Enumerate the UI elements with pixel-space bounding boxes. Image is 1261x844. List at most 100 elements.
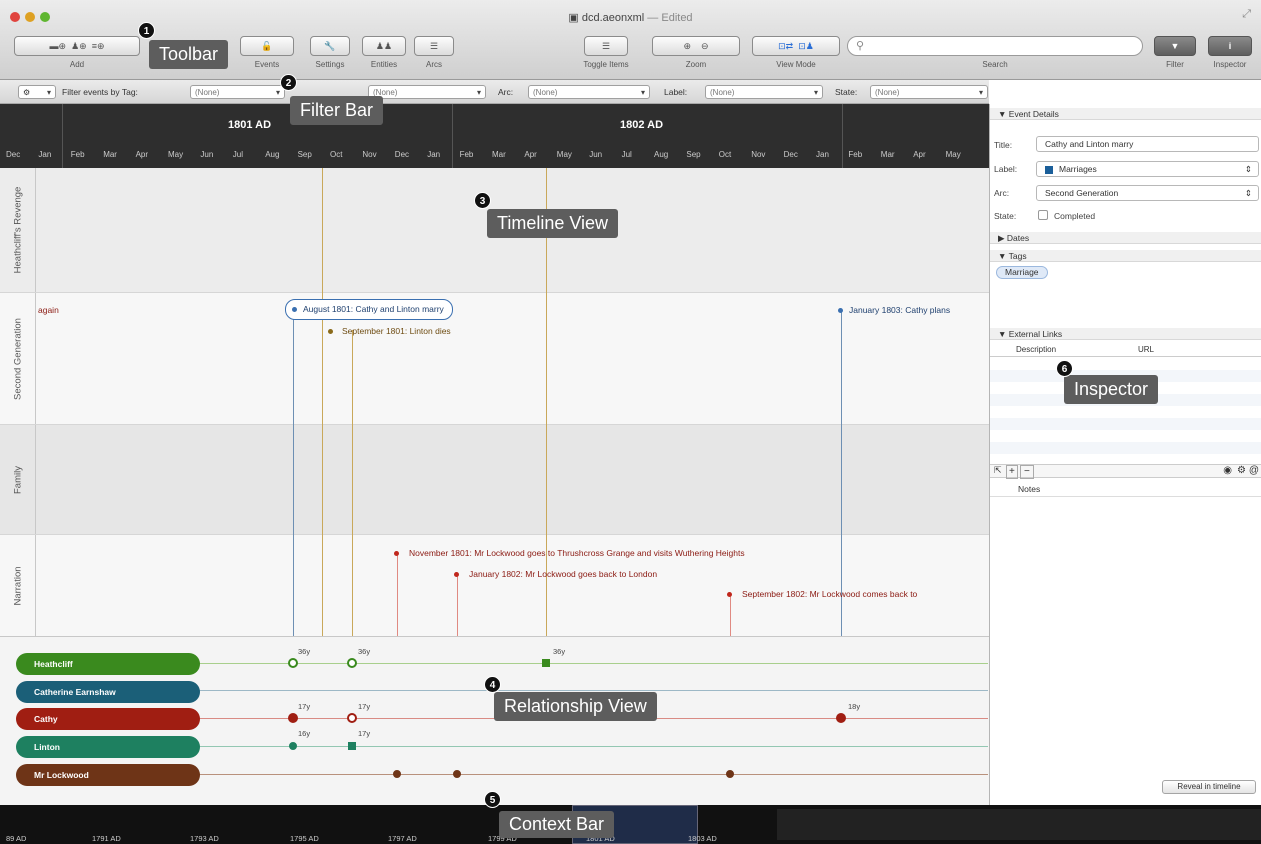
add-event-icon: ▬⊕ xyxy=(49,40,72,51)
col-description: Description xyxy=(1016,345,1057,354)
arc-filter-select[interactable]: (None) xyxy=(528,85,650,99)
entity-node[interactable] xyxy=(453,770,461,778)
event-item[interactable]: again xyxy=(38,305,59,316)
entity-pill-heathcliff[interactable]: Heathcliff xyxy=(16,653,200,675)
entity-node[interactable] xyxy=(288,658,298,668)
entity-pill-catherine-earnshaw[interactable]: Catherine Earnshaw xyxy=(16,681,200,703)
at-icon[interactable]: @ xyxy=(1249,465,1259,476)
entity-node[interactable] xyxy=(348,742,356,750)
entity-filter-select[interactable]: (None) xyxy=(368,85,486,99)
stepper-icon: ⇕ xyxy=(1244,188,1252,198)
month-label: Jul xyxy=(232,150,244,159)
tags-header[interactable]: ▼ Tags xyxy=(990,250,1261,262)
filter-by-tag-label: Filter events by Tag: xyxy=(62,87,138,97)
month-label: Mar xyxy=(103,150,117,159)
remove-link-button[interactable]: − xyxy=(1020,465,1034,479)
entities-button[interactable]: ♟♟ xyxy=(362,36,406,56)
external-links-header[interactable]: ▼ External Links xyxy=(990,328,1261,340)
callout-number: 6 xyxy=(1056,360,1073,377)
tag-filter-select[interactable]: (None) xyxy=(190,85,285,99)
window-title: ▣ dcd.aeonxml — Edited xyxy=(568,12,693,24)
month-label: Nov xyxy=(362,150,377,159)
lock-events-button[interactable]: 🔓 xyxy=(240,36,294,56)
entity-pill-linton[interactable]: Linton xyxy=(16,736,200,758)
filter-bar: ⚙ Filter events by Tag: (None) (None) Ar… xyxy=(0,80,989,104)
callout-number: 1 xyxy=(138,22,155,39)
entity-node[interactable] xyxy=(542,659,550,667)
event-details-header[interactable]: ▼ Event Details xyxy=(990,108,1261,120)
timeline-ruler[interactable]: 1801 AD 1802 AD Dec Jan Feb Mar Apr May Jun Jul… xyxy=(0,104,989,168)
entity-node[interactable] xyxy=(836,713,846,723)
event-dot xyxy=(727,592,732,598)
month-label: Jan xyxy=(816,150,829,159)
toggle-items-button[interactable]: ☰ xyxy=(584,36,628,56)
event-dot xyxy=(838,308,843,314)
event-item-selected[interactable]: August 1801: Cathy and Linton marry xyxy=(285,299,453,320)
month-label: Dec xyxy=(783,150,798,159)
month-label: May xyxy=(945,150,961,159)
year-tick xyxy=(842,104,843,168)
entity-pill-cathy[interactable]: Cathy xyxy=(16,708,200,730)
completed-checkbox[interactable] xyxy=(1038,210,1048,220)
event-item[interactable]: September 1801: Linton dies xyxy=(328,326,451,337)
view-mode-button-group[interactable]: ⊡⇄ ⊡♟ xyxy=(752,36,840,56)
month-label: May xyxy=(168,150,184,159)
col-url: URL xyxy=(1138,345,1155,354)
zoom-button-group[interactable]: ⊕ ⊖ xyxy=(652,36,740,56)
callout-number: 2 xyxy=(280,74,297,91)
month-label: Oct xyxy=(330,150,343,159)
entity-node[interactable] xyxy=(347,658,357,668)
month-label: Dec xyxy=(6,150,21,159)
event-dot xyxy=(292,307,297,313)
age-label: 36y xyxy=(553,647,566,656)
entity-pill-mr-lockwood[interactable]: Mr Lockwood xyxy=(16,764,200,786)
tag-token[interactable]: Marriage xyxy=(996,266,1048,279)
reveal-in-timeline-button[interactable]: Reveal in timeline xyxy=(1162,780,1256,794)
eye-icon[interactable]: ◉ xyxy=(1223,465,1232,476)
arc-select[interactable]: Second Generation ⇕ xyxy=(1036,185,1259,201)
timeline-mode-icon: ⊡⇄ xyxy=(778,40,799,51)
callout-timeline-view: Timeline View xyxy=(487,209,619,238)
context-year-label: 1797 AD xyxy=(388,834,417,843)
zoom-label: Zoom xyxy=(685,60,707,69)
month-label: Feb xyxy=(459,150,474,159)
gear-menu-button[interactable]: ⚙ xyxy=(18,85,56,99)
title-label: Title: xyxy=(994,140,1013,150)
filter-label: Filter xyxy=(1166,60,1184,69)
dates-header[interactable]: ▶ Dates xyxy=(990,232,1261,244)
fullscreen-icon[interactable]: ⤢ xyxy=(1242,8,1251,21)
disclosure-down-icon: ▼ xyxy=(998,251,1009,261)
notes-label: Notes xyxy=(1018,484,1041,494)
event-item[interactable]: September 1802: Mr Lockwood comes back t… xyxy=(727,589,917,600)
open-link-icon[interactable]: ⇱ xyxy=(994,465,1002,476)
year-label: 1802 AD xyxy=(620,119,664,131)
entity-node[interactable] xyxy=(393,770,401,778)
label-filter-select[interactable]: (None) xyxy=(705,85,823,99)
context-bar[interactable]: 89 AD 1791 AD 1793 AD 1795 AD 1797 AD 1799 AD… xyxy=(0,805,1261,844)
month-label: Mar xyxy=(880,150,895,159)
title-field[interactable]: Cathy and Linton marry xyxy=(1036,136,1259,152)
month-label: Feb xyxy=(848,150,863,159)
add-link-button[interactable]: + xyxy=(1006,465,1018,479)
entity-node[interactable] xyxy=(347,713,357,723)
gear-icon[interactable]: ⚙ xyxy=(1237,465,1246,476)
label-select[interactable]: Marriages ⇕ xyxy=(1036,161,1259,177)
entity-node[interactable] xyxy=(288,713,298,723)
search-input[interactable]: ⚲ xyxy=(847,36,1143,56)
settings-button[interactable]: 🔧 xyxy=(310,36,350,56)
event-item[interactable]: January 1803: Cathy plans xyxy=(838,305,950,316)
divider xyxy=(990,496,1261,497)
arcs-button[interactable]: ☰ xyxy=(414,36,454,56)
filter-button[interactable]: ▼ xyxy=(1154,36,1196,56)
add-arc-icon: ≡⊕ xyxy=(91,40,105,51)
event-item[interactable]: January 1802: Mr Lockwood goes back to L… xyxy=(454,569,657,580)
age-label: 17y xyxy=(298,702,311,711)
event-item[interactable]: November 1801: Mr Lockwood goes to Thrus… xyxy=(394,548,745,559)
entity-node[interactable] xyxy=(726,770,734,778)
stepper-icon: ⇕ xyxy=(1244,164,1252,174)
arcs-label: Arcs xyxy=(426,60,442,69)
entity-node[interactable] xyxy=(289,742,297,750)
state-filter-select[interactable]: (None) xyxy=(870,85,988,99)
add-button-group[interactable]: ▬⊕ ♟⊕ ≡⊕ xyxy=(14,36,140,56)
inspector-button[interactable]: i xyxy=(1208,36,1252,56)
